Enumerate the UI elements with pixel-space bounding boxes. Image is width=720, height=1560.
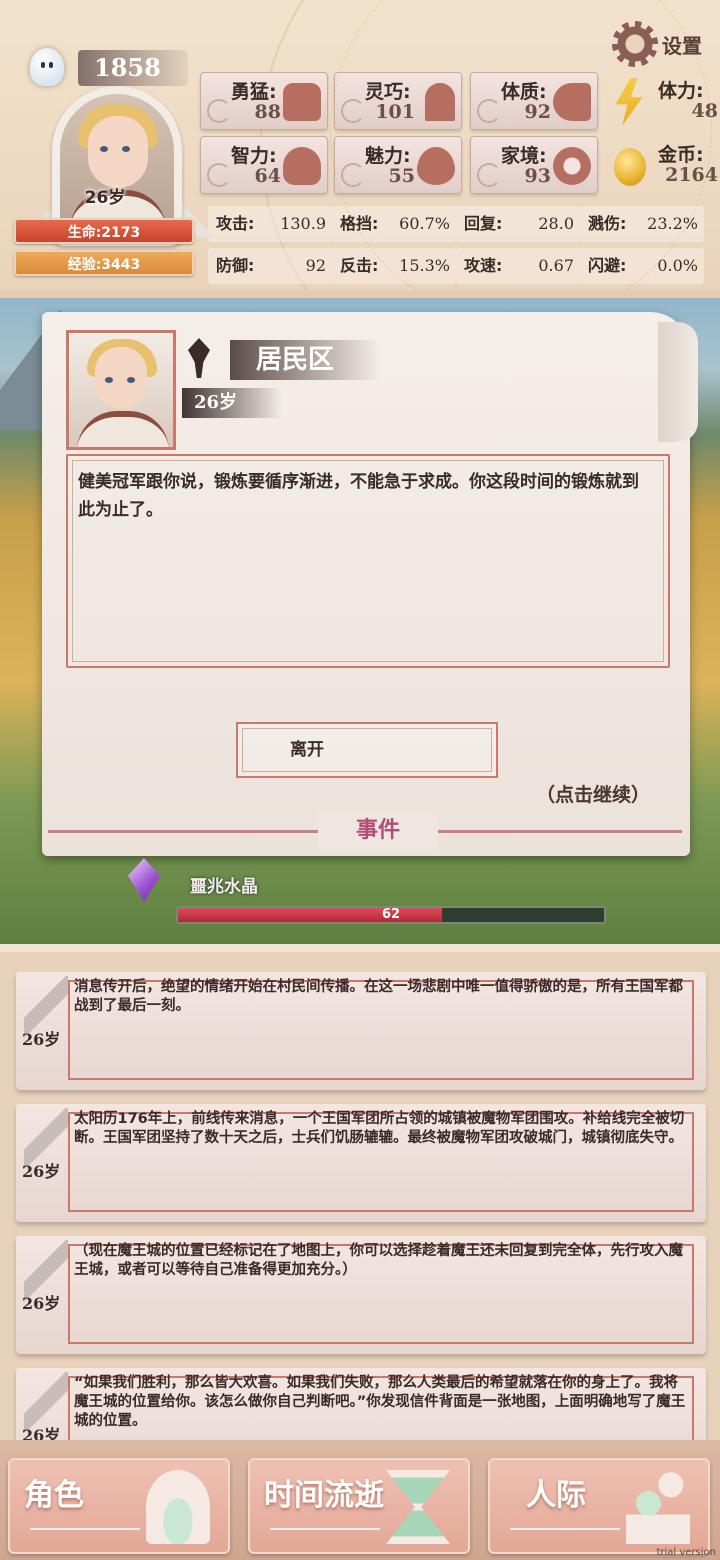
settings-button[interactable]: 设置: [612, 18, 712, 70]
crystal-value: 62: [381, 907, 401, 922]
gold-resource: 金币: 2164: [608, 136, 718, 194]
hourglass-icon: [386, 1470, 450, 1544]
event-log[interactable]: 26岁 消息传开后，绝望的情绪开始在村民间传播。在这一场悲剧中唯一值得骄傲的是，…: [0, 944, 720, 1440]
attr-card-intelligence[interactable]: 智力: 64: [200, 136, 328, 194]
player-age: 26岁: [84, 188, 126, 208]
list-item[interactable]: 26岁 消息传开后，绝望的情绪开始在村民间传播。在这一场悲剧中唯一值得骄傲的是，…: [16, 972, 706, 1090]
event-dialog[interactable]: 居民区 26岁 健美冠军跟你说，锻炼要循序渐进，不能急于求成。你这段时间的锻炼就…: [42, 312, 698, 856]
gear-icon: [612, 21, 658, 67]
crystal-icon: [128, 858, 160, 902]
role-button[interactable]: 角色: [8, 1458, 230, 1554]
dialog-avatar: [66, 330, 176, 450]
ghost-spirit-icon: [30, 48, 64, 86]
people-icon: [626, 1470, 690, 1544]
dialog-textbox: 健美冠军跟你说，锻炼要循序渐进，不能急于求成。你这段时间的锻炼就到此为止了。: [66, 454, 670, 668]
lightning-icon: [615, 78, 643, 126]
list-item[interactable]: 26岁 太阳历176年上，前线传来消息，一个王国军团所占领的城镇被魔物军团围攻。…: [16, 1104, 706, 1222]
attr-card-charm[interactable]: 魅力: 55: [334, 136, 462, 194]
stat-dodge: 闪避: 0.0%: [580, 248, 704, 284]
continue-hint[interactable]: （点击继续）: [536, 780, 650, 807]
location-title: 居民区: [230, 340, 380, 380]
stat-defense: 防御: 92: [208, 248, 332, 284]
xp-bar: 经验:3443: [14, 250, 194, 276]
score-value: 1858: [78, 50, 188, 86]
coin-icon: [614, 148, 646, 186]
arm-icon: [553, 83, 591, 121]
dialog-text: 健美冠军跟你说，锻炼要循序渐进，不能急于求成。你这段时间的锻炼就到此为止了。: [78, 472, 639, 520]
crystal-name: 噩兆水晶: [190, 877, 258, 897]
hp-bar: 生命:2173: [14, 218, 194, 244]
settings-label: 设置: [662, 33, 702, 58]
hand-icon: [425, 83, 455, 121]
watermark: trial version: [656, 1547, 716, 1558]
crystal-progress-bar: 62: [176, 906, 606, 924]
brain-head-icon: [283, 147, 321, 185]
dialog-age: 26岁: [182, 388, 282, 418]
leave-button[interactable]: 离开: [236, 722, 498, 778]
time-pass-button[interactable]: 时间流逝: [248, 1458, 470, 1554]
attr-card-constitution[interactable]: 体质: 92: [470, 72, 598, 130]
attr-card-courage[interactable]: 勇猛: 88: [200, 72, 328, 130]
stat-block: 格挡: 60.7%: [332, 206, 456, 242]
fist-icon: [283, 83, 321, 121]
list-item[interactable]: 26岁 （现在魔王城的位置已经标记在了地图上，你可以选择趁着魔王还未回复到完全体…: [16, 1236, 706, 1354]
combat-stats: 攻击: 130.9 格挡: 60.7% 回复: 28.0 溅伤: 23.2% 防御: 92…: [208, 206, 712, 286]
list-item[interactable]: 26岁 “如果我们胜利，那么皆大欢喜。如果我们失败，那么人类最后的希望就落在你的…: [16, 1368, 706, 1440]
stat-attack: 攻击: 130.9: [208, 206, 332, 242]
bottom-nav: 角色 时间流逝 人际: [0, 1440, 720, 1560]
stat-attack-speed: 攻速: 0.67: [456, 248, 580, 284]
map-scene[interactable]: 居民区 26岁 健美冠军跟你说，锻炼要循序渐进，不能急于求成。你这段时间的锻炼就…: [0, 290, 720, 944]
stat-splash: 溅伤: 23.2%: [580, 206, 704, 242]
stamina-resource: 体力: 48: [608, 72, 718, 130]
coin-hand-icon: [553, 147, 591, 185]
event-section-label: 事件: [318, 812, 438, 850]
flower-icon: [417, 147, 455, 185]
stat-counter: 反击: 15.3%: [332, 248, 456, 284]
social-button[interactable]: 人际: [488, 1458, 710, 1554]
character-icon: [146, 1470, 210, 1544]
stat-regen: 回复: 28.0: [456, 206, 580, 242]
attr-card-family[interactable]: 家境: 93: [470, 136, 598, 194]
location-pin-icon: [188, 338, 210, 378]
status-panel: 设置 1858 26岁 生命:2173 经验:3443 勇猛: 88 灵巧: 1…: [0, 0, 720, 290]
attr-card-agility[interactable]: 灵巧: 101: [334, 72, 462, 130]
